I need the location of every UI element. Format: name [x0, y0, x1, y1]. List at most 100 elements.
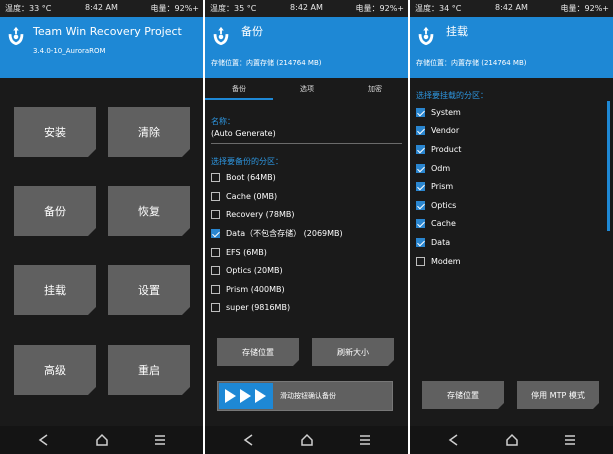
disable-mtp-button[interactable]: 停用 MTP 模式 [517, 381, 599, 409]
partition-item[interactable]: Cache [416, 215, 607, 232]
checkbox[interactable] [211, 173, 220, 182]
partition-label: Cache [431, 219, 456, 228]
storage-location-button[interactable]: 存储位置 [422, 381, 504, 409]
partition-item[interactable]: Optics [416, 197, 607, 214]
partition-item[interactable]: Optics (20MB) [211, 262, 402, 279]
back-icon[interactable] [241, 432, 257, 448]
page-title: 备份 [241, 25, 263, 38]
mount-button[interactable]: 挂载 [14, 265, 96, 315]
checkbox-checked-icon[interactable] [416, 126, 425, 135]
partition-item[interactable]: Cache (0MB) [211, 188, 402, 205]
storage-location-text: 存储位置：内置存储 (214764 MB) [416, 59, 527, 67]
partition-item[interactable]: super (9816MB) [211, 299, 402, 316]
partition-label: Prism [431, 182, 454, 191]
battery-text: 电量：92%+ [355, 4, 404, 13]
partition-item[interactable]: Recovery (78MB) [211, 206, 402, 223]
header: 备份 存储位置：内置存储 (214764 MB) [205, 17, 408, 78]
home-icon[interactable] [94, 432, 110, 448]
checkbox-checked-icon[interactable] [416, 108, 425, 117]
menu-icon[interactable] [152, 432, 168, 448]
partition-item[interactable]: Odm [416, 160, 607, 177]
checkbox[interactable] [211, 210, 220, 219]
backup-button[interactable]: 备份 [14, 186, 96, 236]
status-bar: 温度：34 °C 8:42 AM 电量：92%+ [410, 0, 613, 17]
name-underline [211, 143, 402, 144]
partition-item[interactable]: Data [416, 234, 607, 251]
checkbox-checked-icon[interactable] [416, 201, 425, 210]
wipe-button[interactable]: 清除 [108, 107, 190, 157]
partition-label: Optics (20MB) [226, 266, 283, 275]
restore-button[interactable]: 恢复 [108, 186, 190, 236]
slider-handle[interactable] [219, 383, 273, 409]
nav-bar [0, 426, 203, 454]
partitions-label: 选择要挂载的分区： [416, 91, 488, 100]
tab-options[interactable]: 选项 [273, 84, 341, 94]
checkbox[interactable] [211, 192, 220, 201]
tab-bar: 备份 选项 加密 [205, 78, 408, 100]
partition-item[interactable]: Prism (400MB) [211, 281, 402, 298]
settings-button[interactable]: 设置 [108, 265, 190, 315]
reboot-button[interactable]: 重启 [108, 345, 190, 395]
nav-bar [205, 426, 408, 454]
checkbox[interactable] [211, 248, 220, 257]
partition-item[interactable]: EFS (6MB) [211, 244, 402, 261]
partition-item[interactable]: Vendor [416, 122, 607, 139]
twrp-logo-icon [213, 26, 229, 46]
checkbox-checked-icon[interactable] [416, 182, 425, 191]
tab-encryption[interactable]: 加密 [341, 84, 408, 94]
checkbox[interactable] [211, 266, 220, 275]
twrp-logo-icon [418, 26, 434, 46]
page-title: 挂载 [446, 25, 468, 38]
tab-indicator [205, 98, 273, 100]
header: 挂载 存储位置：内置存储 (214764 MB) [410, 17, 613, 78]
partition-label: Vendor [431, 126, 460, 135]
partition-label: EFS (6MB) [226, 248, 267, 257]
checkbox-checked-icon[interactable] [416, 219, 425, 228]
partition-label: Recovery (78MB) [226, 210, 295, 219]
install-button[interactable]: 安装 [14, 107, 96, 157]
partition-item[interactable]: Prism [416, 178, 607, 195]
app-version: 3.4.0-10_AuroraROM [33, 47, 106, 55]
status-bar: 温度：35 °C 8:42 AM 电量：92%+ [205, 0, 408, 17]
app-title: Team Win Recovery Project [33, 25, 182, 38]
list-scrollbar[interactable] [607, 101, 610, 231]
home-icon[interactable] [504, 432, 520, 448]
refresh-sizes-button[interactable]: 刷新大小 [312, 338, 394, 366]
checkbox-checked-icon[interactable] [416, 238, 425, 247]
back-icon[interactable] [446, 432, 462, 448]
back-icon[interactable] [36, 432, 52, 448]
checkbox[interactable] [211, 285, 220, 294]
checkbox-checked-icon[interactable] [416, 145, 425, 154]
partition-label: Cache (0MB) [226, 192, 278, 201]
partition-item[interactable]: Product [416, 141, 607, 158]
battery-text: 电量：92%+ [150, 4, 199, 13]
slider-label: 滑动按钮确认备份 [280, 392, 336, 400]
name-label: 名称： [211, 117, 235, 126]
partition-item[interactable]: Data（不包含存储） (2069MB) [211, 225, 402, 242]
partition-label: Product [431, 145, 462, 154]
play-arrows-icon [225, 389, 266, 403]
swipe-to-backup-slider[interactable]: 滑动按钮确认备份 [217, 381, 393, 411]
backup-name-field[interactable]: (Auto Generate) [211, 129, 276, 138]
checkbox-checked-icon[interactable] [416, 164, 425, 173]
partition-item[interactable]: System [416, 104, 607, 121]
storage-location-button[interactable]: 存储位置 [217, 338, 299, 366]
partition-label: Prism (400MB) [226, 285, 285, 294]
partition-label: Data（不包含存储） (2069MB) [226, 229, 343, 238]
checkbox[interactable] [211, 303, 220, 312]
partition-item[interactable]: Modem [416, 253, 607, 270]
partition-item[interactable]: Boot (64MB) [211, 169, 402, 186]
menu-icon[interactable] [562, 432, 578, 448]
partitions-label: 选择要备份的分区： [211, 157, 283, 166]
advanced-button[interactable]: 高级 [14, 345, 96, 395]
checkbox-checked-icon[interactable] [211, 229, 220, 238]
partition-label: Optics [431, 201, 457, 210]
header: Team Win Recovery Project 3.4.0-10_Auror… [0, 17, 203, 78]
checkbox[interactable] [416, 257, 425, 266]
menu-icon[interactable] [357, 432, 373, 448]
home-icon[interactable] [299, 432, 315, 448]
status-bar: 温度：33 °C 8:42 AM 电量：92%+ [0, 0, 203, 17]
tab-backup[interactable]: 备份 [205, 84, 273, 94]
nav-bar [410, 426, 613, 454]
mount-screen: 温度：34 °C 8:42 AM 电量：92%+ 挂载 存储位置：内置存储 (2… [410, 0, 613, 454]
